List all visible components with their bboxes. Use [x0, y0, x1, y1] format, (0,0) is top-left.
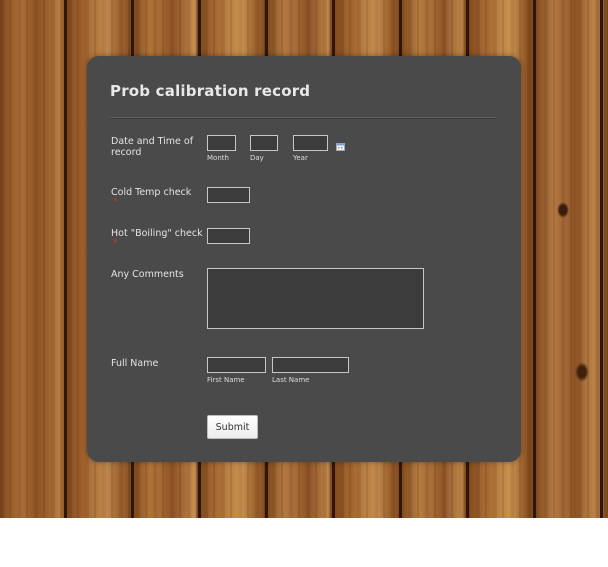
hot-temp-input[interactable] [207, 228, 250, 244]
first-name-sublabel: First Name [207, 376, 245, 384]
cold-temp-required-mark: * [113, 197, 118, 207]
full-name-label: Full Name [111, 358, 159, 369]
year-sublabel: Year [293, 154, 308, 162]
day-input[interactable] [250, 135, 278, 151]
date-time-label: Date and Time of record [111, 136, 194, 158]
hot-temp-required-mark: * [113, 238, 118, 248]
calendar-icon[interactable] [336, 136, 345, 151]
month-sublabel: Month [207, 154, 229, 162]
last-name-sublabel: Last Name [272, 376, 310, 384]
day-sublabel: Day [250, 154, 264, 162]
last-name-input[interactable] [272, 357, 349, 373]
month-input[interactable] [207, 135, 236, 151]
submit-button[interactable]: Submit [207, 415, 258, 439]
first-name-input[interactable] [207, 357, 266, 373]
hot-temp-label: Hot "Boiling" check [111, 228, 203, 239]
cold-temp-input[interactable] [207, 187, 250, 203]
title-divider [110, 117, 497, 119]
calibration-form: Prob calibration record Date and Time of… [87, 56, 521, 462]
cold-temp-label: Cold Temp check [111, 187, 192, 198]
comments-textarea[interactable] [207, 268, 424, 329]
comments-label: Any Comments [111, 269, 184, 280]
year-input[interactable] [293, 135, 328, 151]
form-title: Prob calibration record [110, 82, 311, 100]
